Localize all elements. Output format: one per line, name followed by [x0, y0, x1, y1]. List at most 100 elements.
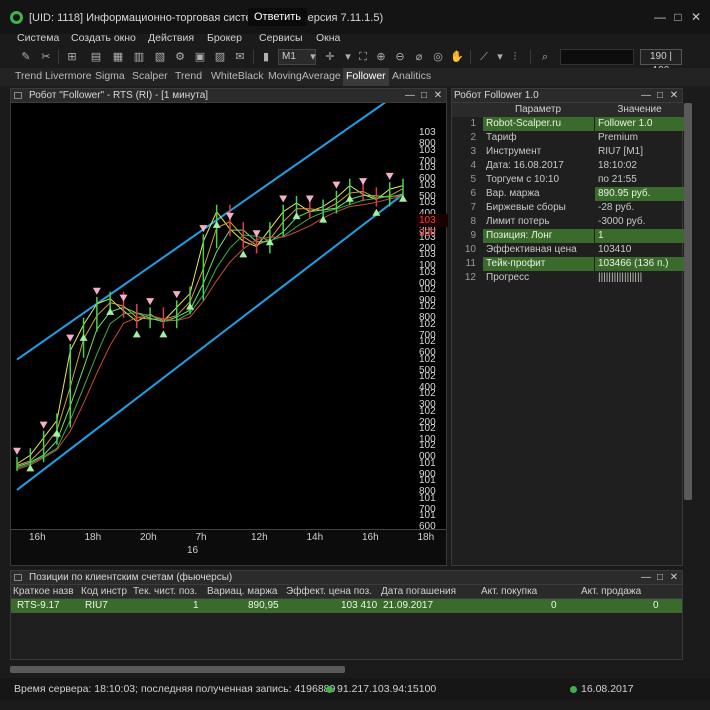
instrument-search-input[interactable] — [560, 49, 634, 65]
menu-system[interactable]: Система — [17, 32, 59, 44]
portfolio-icon[interactable]: ▣ — [192, 49, 208, 65]
orders-icon[interactable]: ▥ — [131, 49, 147, 65]
chart-icon[interactable]: ▮ — [258, 49, 274, 65]
sell-signal-marker — [332, 181, 341, 189]
positions-panel: Позиции по клиентским счетам (фьючерсы) … — [10, 570, 683, 660]
chevron-down-icon[interactable]: ▾ — [492, 49, 508, 65]
stop-icon[interactable]: ▨ — [212, 49, 228, 65]
zoom-in-icon[interactable]: ⊕ — [373, 49, 389, 65]
menu-services[interactable]: Сервисы — [259, 32, 303, 44]
tab-scalper[interactable]: Scalper — [129, 68, 171, 86]
pencil-icon[interactable]: ✎ — [18, 49, 34, 65]
buy-signal-marker — [159, 330, 168, 338]
column-header[interactable]: Эффект. цена поз. — [286, 586, 378, 597]
param-value: ||||||||||||||||| — [598, 272, 643, 283]
minimize-button[interactable]: — — [404, 89, 416, 103]
tab-follower[interactable]: Follower — [343, 68, 389, 86]
maximize-button[interactable]: □ — [654, 571, 666, 585]
sell-signal-marker — [305, 195, 314, 203]
param-value: 890.95 руб. — [595, 187, 684, 201]
minimize-button[interactable]: — — [640, 571, 652, 585]
param-value: RIU7 [M1] — [598, 146, 644, 157]
column-header[interactable]: Тек. чист. поз. — [133, 586, 205, 597]
column-header[interactable]: Акт. продажа — [581, 586, 671, 597]
menu-create-window[interactable]: Создать окно — [71, 32, 136, 44]
column-header[interactable]: Акт. покупка — [481, 586, 571, 597]
param-value: по 21:55 — [598, 174, 637, 185]
toolbar-separator — [253, 50, 254, 64]
param-row[interactable]: 1 Robot-Scalper.ru Follower 1.0 — [452, 117, 684, 131]
minimize-button[interactable]: — — [640, 89, 652, 103]
column-header[interactable]: Код инстр — [81, 586, 131, 597]
line-tool-icon[interactable]: ⟋ — [476, 49, 492, 65]
zoom-out-icon[interactable]: ⊖ — [392, 49, 408, 65]
menu-actions[interactable]: Действия — [148, 32, 194, 44]
menu-windows[interactable]: Окна — [316, 32, 340, 44]
param-row[interactable]: 11 Тейк-профит 103466 (136 п.) — [452, 257, 684, 271]
column-header[interactable]: Дата погашения — [381, 586, 463, 597]
tab-sigma[interactable]: Sigma — [92, 68, 128, 86]
price-chart[interactable] — [11, 103, 446, 529]
param-name: Торгуем с 10:10 — [486, 174, 560, 185]
scissors-icon[interactable]: ✂ — [38, 49, 54, 65]
close-button[interactable]: ✕ — [432, 89, 444, 103]
window-icon — [14, 92, 22, 99]
positions-panel-title: Позиции по клиентским счетам (фьючерсы) — [29, 572, 233, 583]
close-button[interactable]: ✕ — [668, 571, 680, 585]
indicator-icon[interactable]: ⫶ — [507, 49, 523, 65]
search-icon[interactable]: ⌕ — [537, 49, 553, 65]
column-header[interactable]: Краткое назв — [13, 586, 79, 597]
table-row[interactable]: RTS-9.17 RIU7 1 890,95 103 410 21.09.201… — [11, 599, 682, 613]
param-row[interactable]: 9 Позиция: Лонг 1 — [452, 229, 684, 243]
param-row[interactable]: 2 Тариф Premium — [452, 131, 684, 145]
settings-table-icon[interactable]: ⚙ — [172, 49, 188, 65]
minimize-button[interactable]: — — [652, 10, 668, 24]
value-column-header[interactable]: Значение — [595, 104, 684, 115]
maximize-button[interactable]: □ — [654, 89, 666, 103]
close-button[interactable]: ✕ — [688, 10, 704, 24]
param-row[interactable]: 7 Биржевые сборы -28 руб. — [452, 201, 684, 215]
param-row[interactable]: 4 Дата: 16.08.2017 18:10:02 — [452, 159, 684, 173]
toolbar: ✎ ✂ ⊞ ▤ ▦ ▥ ▧ ⚙ ▣ ▨ ✉ ▮ M1 ▾ ✛ ▾ ⛶ ⊕ ⊖ ⌀… — [0, 46, 710, 76]
chevron-down-icon[interactable]: ▾ — [340, 49, 356, 65]
tab-analitics[interactable]: Analitics — [389, 68, 434, 86]
status-date: 16.08.2017 — [581, 683, 634, 695]
crosshair-icon[interactable]: ✛ — [322, 49, 338, 65]
param-row[interactable]: 6 Вар. маржа 890.95 руб. — [452, 187, 684, 201]
column-header[interactable]: Вариац. маржа — [207, 586, 281, 597]
trades-icon[interactable]: ▧ — [152, 49, 168, 65]
hand-icon[interactable]: ✋ — [449, 49, 465, 65]
tab-whiteblack[interactable]: WhiteBlack — [208, 68, 267, 86]
tab-trend[interactable]: Trend — [172, 68, 205, 86]
param-name: Тейк-профит — [483, 257, 594, 271]
menu-broker[interactable]: Брокер — [207, 32, 242, 44]
close-button[interactable]: ✕ — [668, 89, 680, 103]
param-row[interactable]: 8 Лимит потерь -3000 руб. — [452, 215, 684, 229]
x-axis-date-label: 16 — [187, 545, 199, 556]
param-column-header[interactable]: Параметр — [482, 104, 594, 115]
new-window-icon[interactable]: ⊞ — [64, 49, 80, 65]
tab-trend-livermore[interactable]: Trend Livermore — [12, 68, 95, 86]
param-name: Вар. маржа — [486, 188, 540, 199]
target-icon[interactable]: ◎ — [430, 49, 446, 65]
horizontal-scrollbar[interactable] — [10, 666, 345, 673]
quotes-icon[interactable]: ▦ — [110, 49, 126, 65]
sell-signal-marker — [359, 178, 368, 186]
maximize-button[interactable]: □ — [670, 10, 686, 24]
title-bar: [UID: 1118] Информационно-торговая систе… — [0, 0, 710, 34]
chevron-down-icon[interactable]: ▾ — [305, 49, 321, 65]
ruler-icon[interactable]: ⌀ — [411, 49, 427, 65]
row-number: 7 — [470, 202, 476, 213]
tab-movingaverage[interactable]: MovingAverage — [265, 68, 344, 86]
x-tick-label: 14h — [306, 532, 324, 543]
message-icon[interactable]: ✉ — [232, 49, 248, 65]
maximize-button[interactable]: □ — [418, 89, 430, 103]
param-row[interactable]: 12 Прогресс ||||||||||||||||| — [452, 271, 684, 285]
param-row[interactable]: 10 Эффективная цена 103410 — [452, 243, 684, 257]
param-row[interactable]: 3 Инструмент RIU7 [M1] — [452, 145, 684, 159]
vertical-scrollbar[interactable] — [684, 103, 692, 500]
toolbar-separator — [58, 50, 59, 64]
fit-icon[interactable]: ⛶ — [355, 49, 371, 65]
table-icon[interactable]: ▤ — [88, 49, 104, 65]
param-row[interactable]: 5 Торгуем с 10:10 по 21:55 — [452, 173, 684, 187]
